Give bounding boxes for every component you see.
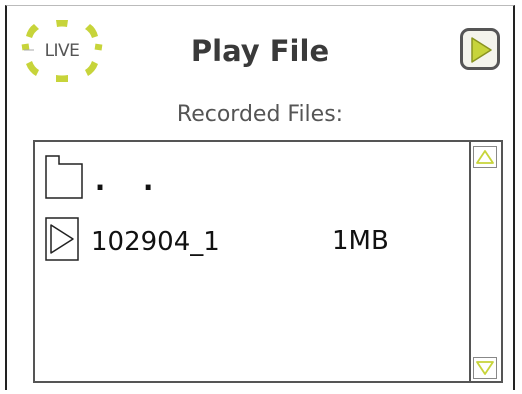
scroll-down-button[interactable] <box>473 357 497 379</box>
logo-text: LIVE <box>44 41 80 61</box>
file-list[interactable]: . . 102904_1 1MB <box>33 140 503 383</box>
file-name: 102904_1 <box>91 227 220 257</box>
parent-directory-label: . . <box>91 163 164 198</box>
folder-icon <box>45 155 83 199</box>
page-title: Play File <box>190 34 330 68</box>
recorded-files-label: Recorded Files: <box>176 102 344 127</box>
scrollbar[interactable] <box>469 142 501 381</box>
scroll-down-arrow-icon <box>476 361 494 375</box>
scroll-up-arrow-icon <box>476 150 494 164</box>
play-icon <box>45 217 79 261</box>
file-item[interactable]: 102904_1 1MB <box>45 217 465 267</box>
play-icon <box>471 37 492 63</box>
scroll-up-button[interactable] <box>473 146 497 168</box>
file-size: 1MB <box>332 226 389 256</box>
play-button[interactable] <box>460 28 500 70</box>
parent-directory-item[interactable]: . . <box>45 155 465 205</box>
